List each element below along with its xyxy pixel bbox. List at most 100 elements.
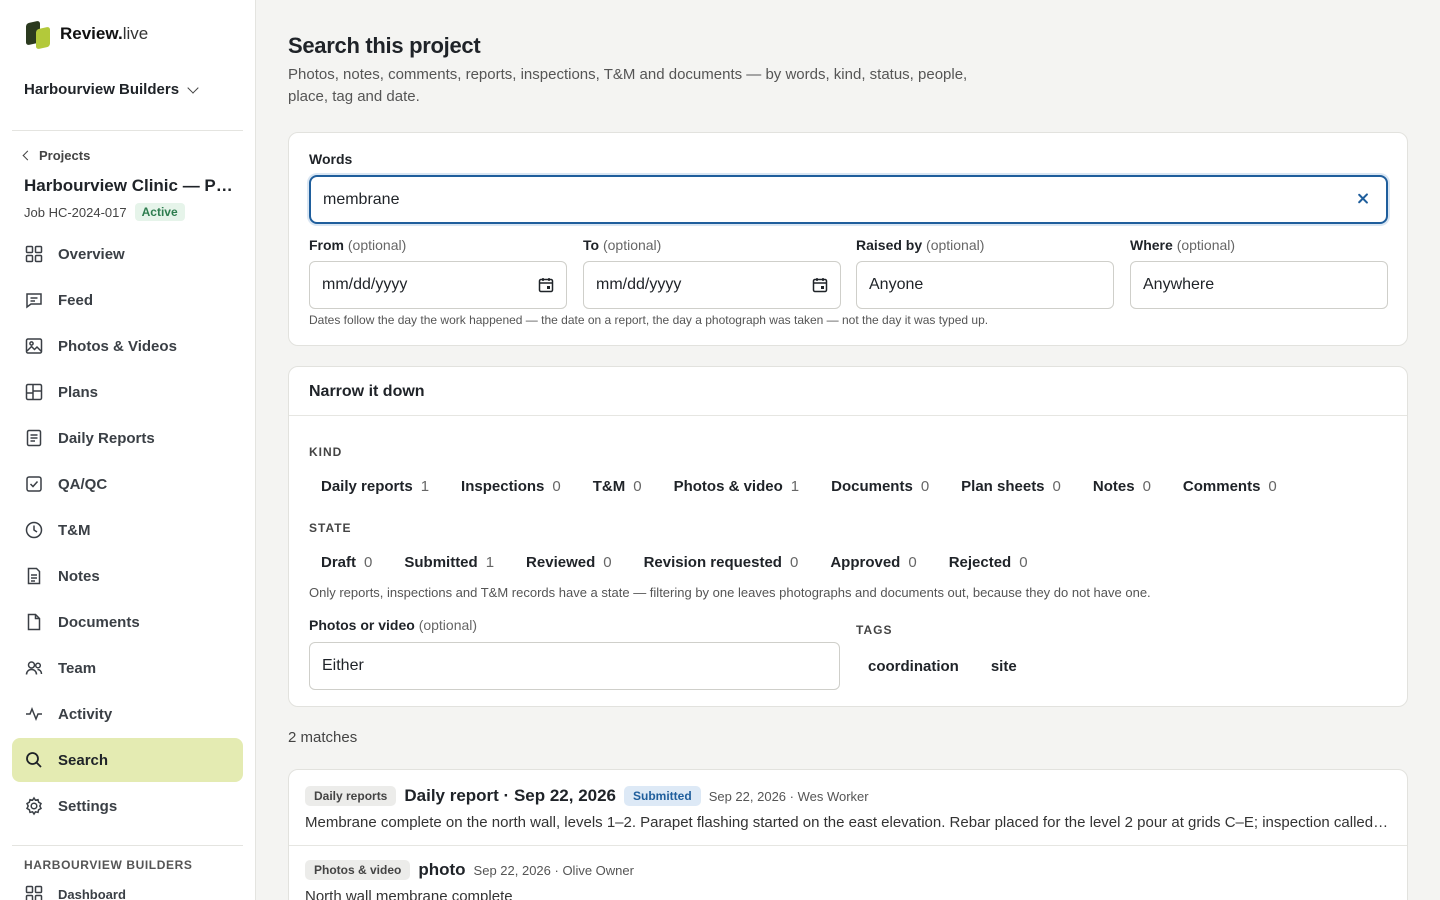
- kind-chip-daily-reports[interactable]: Daily reports 1: [309, 471, 441, 501]
- words-value: membrane: [323, 190, 400, 208]
- page-subtitle: Photos, notes, comments, reports, inspec…: [288, 66, 968, 105]
- brand-logo-icon: [24, 20, 52, 50]
- dates-hint: Dates follow the day the work happened —…: [309, 313, 989, 327]
- sidebar-item-feed[interactable]: Feed: [12, 278, 243, 322]
- state-chip-revision-requested[interactable]: Revision requested 0: [632, 547, 811, 577]
- results-list: Daily reports Daily report · Sep 22, 202…: [288, 769, 1408, 900]
- kind-caption: KIND: [309, 445, 343, 459]
- file-icon: [24, 612, 44, 632]
- tag-chip-coordination[interactable]: coordination: [856, 651, 971, 681]
- where-label: Where: [1130, 237, 1173, 253]
- checkbox-icon: [24, 474, 44, 494]
- state-caption: STATE: [309, 521, 352, 535]
- state-chip-submitted[interactable]: Submitted 1: [392, 547, 506, 577]
- calendar-icon[interactable]: [812, 277, 828, 293]
- job-number: Job HC-2024-017: [24, 204, 127, 220]
- result-title[interactable]: photo: [418, 860, 465, 880]
- divider: [12, 130, 243, 131]
- sidebar-item-documents[interactable]: Documents: [12, 600, 243, 644]
- result-snippet: North wall membrane complete: [305, 888, 513, 900]
- result-item[interactable]: Photos & video photo Sep 22, 2026 · Oliv…: [289, 845, 1407, 900]
- raised-by-label: Raised by: [856, 237, 923, 253]
- kind-chip-documents[interactable]: Documents 0: [819, 471, 941, 501]
- brand[interactable]: Review.live: [24, 20, 149, 50]
- kind-badge: Photos & video: [305, 860, 411, 880]
- state-chip-draft[interactable]: Draft 0: [309, 547, 384, 577]
- state-hint: Only reports, inspections and T&M record…: [309, 585, 1151, 600]
- state-chip-approved[interactable]: Approved 0: [818, 547, 928, 577]
- sidebar-item-dashboard[interactable]: Dashboard: [24, 884, 126, 900]
- words-label: Words: [309, 151, 353, 167]
- photos-or-video-select[interactable]: Either: [309, 642, 840, 690]
- to-label: To: [583, 237, 600, 253]
- grid-icon: [24, 884, 44, 900]
- photos-label: Photos or video: [309, 617, 415, 633]
- sidebar-item-team[interactable]: Team: [12, 646, 243, 690]
- grid-icon: [24, 244, 44, 264]
- project-nav: Overview Feed Photos & Videos Plans Dail…: [12, 232, 243, 830]
- org-name: Harbourview Builders: [24, 81, 180, 98]
- image-icon: [24, 336, 44, 356]
- calendar-icon[interactable]: [538, 277, 554, 293]
- people-icon: [24, 658, 44, 678]
- search-icon: [24, 750, 44, 770]
- status-badge: Submitted: [624, 786, 701, 806]
- from-field: From (optional) mm/dd/yyyy: [309, 237, 567, 309]
- kind-badge: Daily reports: [305, 786, 397, 806]
- match-count: 2 matches: [288, 729, 358, 746]
- status-badge: Active: [134, 203, 185, 221]
- narrow-heading: Narrow it down: [309, 383, 425, 400]
- sidebar-item-search[interactable]: Search: [12, 738, 243, 782]
- gear-icon: [24, 796, 44, 816]
- tags-caption: TAGS: [856, 623, 893, 637]
- raised-by-field: Raised by (optional) Anyone: [856, 237, 1114, 309]
- state-chip-reviewed[interactable]: Reviewed 0: [514, 547, 624, 577]
- sidebar-item-overview[interactable]: Overview: [12, 232, 243, 276]
- kind-chip-notes[interactable]: Notes 0: [1081, 471, 1163, 501]
- raised-by-input[interactable]: Anyone: [856, 261, 1114, 309]
- result-snippet: Membrane complete on the north wall, lev…: [305, 814, 1391, 831]
- result-item[interactable]: Daily reports Daily report · Sep 22, 202…: [289, 784, 1407, 846]
- to-date-input[interactable]: mm/dd/yyyy: [583, 261, 841, 309]
- sidebar-item-activity[interactable]: Activity: [12, 692, 243, 736]
- tag-filters: coordination site: [856, 651, 1029, 681]
- sidebar-item-photos-videos[interactable]: Photos & Videos: [12, 324, 243, 368]
- kind-chip-t-and-m[interactable]: T&M 0: [581, 471, 654, 501]
- sidebar-item-qa-qc[interactable]: QA/QC: [12, 462, 243, 506]
- to-field: To (optional) mm/dd/yyyy: [583, 237, 841, 309]
- note-icon: [24, 566, 44, 586]
- page-title: Search this project: [288, 33, 481, 58]
- kind-chip-inspections[interactable]: Inspections 0: [449, 471, 573, 501]
- sidebar-item-t-and-m[interactable]: T&M: [12, 508, 243, 552]
- sidebar-item-notes[interactable]: Notes: [12, 554, 243, 598]
- where-input[interactable]: Anywhere: [1130, 261, 1388, 309]
- where-field: Where (optional) Anywhere: [1130, 237, 1388, 309]
- from-label: From: [309, 237, 344, 253]
- search-card: Words membrane From (optional) mm/dd/yyy…: [288, 132, 1408, 346]
- from-date-input[interactable]: mm/dd/yyyy: [309, 261, 567, 309]
- kind-chip-plan-sheets[interactable]: Plan sheets 0: [949, 471, 1073, 501]
- divider: [12, 845, 243, 846]
- result-meta: Sep 22, 2026 · Olive Owner: [473, 862, 634, 878]
- org-section-label: HARBOURVIEW BUILDERS: [24, 858, 193, 872]
- result-title[interactable]: Daily report · Sep 22, 2026: [404, 786, 616, 806]
- activity-icon: [24, 704, 44, 724]
- tag-chip-site[interactable]: site: [979, 651, 1029, 681]
- kind-chip-comments[interactable]: Comments 0: [1171, 471, 1289, 501]
- back-to-projects-link[interactable]: Projects: [22, 148, 90, 163]
- clear-icon[interactable]: [1354, 190, 1372, 208]
- org-switcher[interactable]: Harbourview Builders: [24, 81, 199, 98]
- words-input[interactable]: membrane: [309, 175, 1388, 224]
- divider: [289, 415, 1407, 416]
- sidebar-item-daily-reports[interactable]: Daily Reports: [12, 416, 243, 460]
- chevron-down-icon: [187, 81, 199, 94]
- chat-icon: [24, 290, 44, 310]
- brand-name: Review.live: [60, 24, 149, 43]
- sidebar-item-plans[interactable]: Plans: [12, 370, 243, 414]
- result-meta: Sep 22, 2026 · Wes Worker: [708, 788, 869, 804]
- sidebar-item-settings[interactable]: Settings: [12, 784, 243, 828]
- chevron-left-icon: [22, 150, 33, 161]
- sidebar: Review.live Harbourview Builders Project…: [0, 0, 256, 900]
- state-chip-rejected[interactable]: Rejected 0: [937, 547, 1040, 577]
- kind-chip-photos-video[interactable]: Photos & video 1: [662, 471, 812, 501]
